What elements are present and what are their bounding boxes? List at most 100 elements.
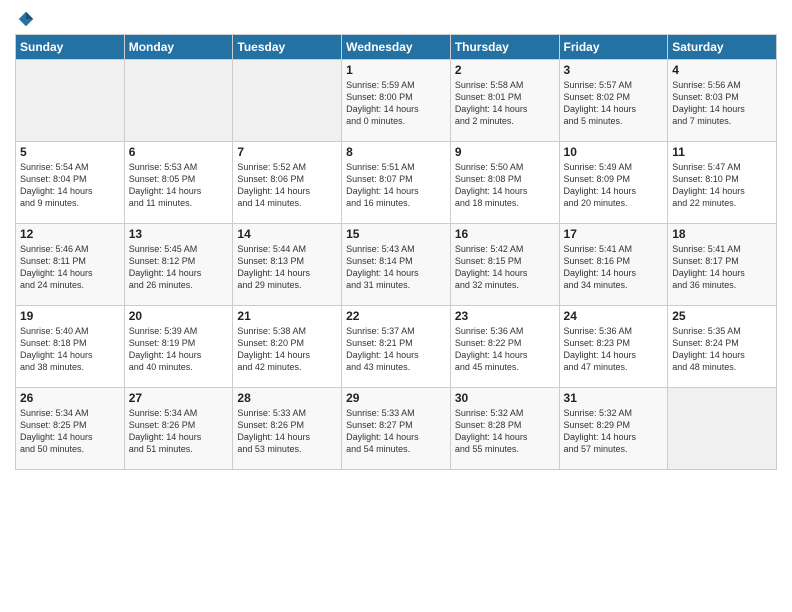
calendar-cell: 24 Sunrise: 5:36 AMSunset: 8:23 PMDayligh… xyxy=(559,306,668,388)
calendar-cell: 27 Sunrise: 5:34 AMSunset: 8:26 PMDayligh… xyxy=(124,388,233,470)
weekday-header-tuesday: Tuesday xyxy=(233,35,342,60)
weekday-header-monday: Monday xyxy=(124,35,233,60)
page-header xyxy=(15,10,777,26)
calendar-cell: 7Sunrise: 5:52 AMSunset: 8:06 PMDaylight… xyxy=(233,142,342,224)
weekday-header-wednesday: Wednesday xyxy=(342,35,451,60)
calendar-cell xyxy=(233,60,342,142)
weekday-header-sunday: Sunday xyxy=(16,35,125,60)
day-info: Sunrise: 5:40 AMSunset: 8:18 PMDaylight:… xyxy=(20,325,120,374)
calendar-cell: 13 Sunrise: 5:45 AMSunset: 8:12 PMDayligh… xyxy=(124,224,233,306)
weekday-header-saturday: Saturday xyxy=(668,35,777,60)
day-number: 2 xyxy=(455,63,555,77)
day-number: 20 xyxy=(129,309,229,323)
day-number: 17 xyxy=(564,227,664,241)
day-number: 18 xyxy=(672,227,772,241)
day-info: Sunrise: 5:36 AMSunset: 8:23 PMDaylight:… xyxy=(564,325,664,374)
calendar-cell: 25 Sunrise: 5:35 AMSunset: 8:24 PMDayligh… xyxy=(668,306,777,388)
day-info: Sunrise: 5:46 AMSunset: 8:11 PMDaylight:… xyxy=(20,243,120,292)
day-info: Sunrise: 5:41 AMSunset: 8:16 PMDaylight:… xyxy=(564,243,664,292)
calendar-cell: 5 Sunrise: 5:54 AMSunset: 8:04 PMDaylight… xyxy=(16,142,125,224)
day-info: Sunrise: 5:38 AMSunset: 8:20 PMDaylight:… xyxy=(237,325,337,374)
day-info: Sunrise: 5:49 AMSunset: 8:09 PMDaylight:… xyxy=(564,161,664,210)
calendar-week-row: 5 Sunrise: 5:54 AMSunset: 8:04 PMDaylight… xyxy=(16,142,777,224)
calendar-cell: 26Sunrise: 5:34 AMSunset: 8:25 PMDayligh… xyxy=(16,388,125,470)
day-info: Sunrise: 5:35 AMSunset: 8:24 PMDaylight:… xyxy=(672,325,772,374)
day-number: 13 xyxy=(129,227,229,241)
calendar-cell: 17 Sunrise: 5:41 AMSunset: 8:16 PMDayligh… xyxy=(559,224,668,306)
calendar-cell: 20 Sunrise: 5:39 AMSunset: 8:19 PMDayligh… xyxy=(124,306,233,388)
logo-icon xyxy=(17,10,35,28)
day-number: 12 xyxy=(20,227,120,241)
day-number: 24 xyxy=(564,309,664,323)
day-info: Sunrise: 5:51 AMSunset: 8:07 PMDaylight:… xyxy=(346,161,446,210)
calendar-cell: 16 Sunrise: 5:42 AMSunset: 8:15 PMDayligh… xyxy=(450,224,559,306)
day-number: 30 xyxy=(455,391,555,405)
day-info: Sunrise: 5:54 AMSunset: 8:04 PMDaylight:… xyxy=(20,161,120,210)
calendar-cell: 12 Sunrise: 5:46 AMSunset: 8:11 PMDayligh… xyxy=(16,224,125,306)
day-info: Sunrise: 5:36 AMSunset: 8:22 PMDaylight:… xyxy=(455,325,555,374)
day-number: 5 xyxy=(20,145,120,159)
calendar-cell: 1 Sunrise: 5:59 AMSunset: 8:00 PMDaylight… xyxy=(342,60,451,142)
calendar-cell: 15 Sunrise: 5:43 AMSunset: 8:14 PMDayligh… xyxy=(342,224,451,306)
calendar-cell: 29 Sunrise: 5:33 AMSunset: 8:27 PMDayligh… xyxy=(342,388,451,470)
day-info: Sunrise: 5:42 AMSunset: 8:15 PMDaylight:… xyxy=(455,243,555,292)
day-info: Sunrise: 5:58 AMSunset: 8:01 PMDaylight:… xyxy=(455,79,555,128)
day-number: 22 xyxy=(346,309,446,323)
day-info: Sunrise: 5:37 AMSunset: 8:21 PMDaylight:… xyxy=(346,325,446,374)
calendar-cell: 10 Sunrise: 5:49 AMSunset: 8:09 PMDayligh… xyxy=(559,142,668,224)
logo xyxy=(15,10,35,26)
calendar-cell: 18 Sunrise: 5:41 AMSunset: 8:17 PMDayligh… xyxy=(668,224,777,306)
calendar-cell: 14 Sunrise: 5:44 AMSunset: 8:13 PMDayligh… xyxy=(233,224,342,306)
day-info: Sunrise: 5:33 AMSunset: 8:27 PMDaylight:… xyxy=(346,407,446,456)
day-number: 14 xyxy=(237,227,337,241)
weekday-header-thursday: Thursday xyxy=(450,35,559,60)
day-number: 25 xyxy=(672,309,772,323)
day-info: Sunrise: 5:32 AMSunset: 8:28 PMDaylight:… xyxy=(455,407,555,456)
day-number: 15 xyxy=(346,227,446,241)
page-container: SundayMondayTuesdayWednesdayThursdayFrid… xyxy=(0,0,792,480)
day-info: Sunrise: 5:45 AMSunset: 8:12 PMDaylight:… xyxy=(129,243,229,292)
calendar-table: SundayMondayTuesdayWednesdayThursdayFrid… xyxy=(15,34,777,470)
calendar-cell: 9Sunrise: 5:50 AMSunset: 8:08 PMDaylight… xyxy=(450,142,559,224)
weekday-header-friday: Friday xyxy=(559,35,668,60)
day-number: 16 xyxy=(455,227,555,241)
day-info: Sunrise: 5:41 AMSunset: 8:17 PMDaylight:… xyxy=(672,243,772,292)
calendar-cell: 8 Sunrise: 5:51 AMSunset: 8:07 PMDaylight… xyxy=(342,142,451,224)
calendar-cell xyxy=(668,388,777,470)
day-info: Sunrise: 5:59 AMSunset: 8:00 PMDaylight:… xyxy=(346,79,446,128)
day-number: 19 xyxy=(20,309,120,323)
day-number: 8 xyxy=(346,145,446,159)
calendar-cell: 22 Sunrise: 5:37 AMSunset: 8:21 PMDayligh… xyxy=(342,306,451,388)
day-number: 1 xyxy=(346,63,446,77)
calendar-cell: 2 Sunrise: 5:58 AMSunset: 8:01 PMDaylight… xyxy=(450,60,559,142)
day-number: 31 xyxy=(564,391,664,405)
calendar-cell: 6 Sunrise: 5:53 AMSunset: 8:05 PMDaylight… xyxy=(124,142,233,224)
day-number: 27 xyxy=(129,391,229,405)
day-info: Sunrise: 5:34 AMSunset: 8:26 PMDaylight:… xyxy=(129,407,229,456)
day-info: Sunrise: 5:56 AMSunset: 8:03 PMDaylight:… xyxy=(672,79,772,128)
day-info: Sunrise: 5:57 AMSunset: 8:02 PMDaylight:… xyxy=(564,79,664,128)
day-number: 3 xyxy=(564,63,664,77)
calendar-cell: 3 Sunrise: 5:57 AMSunset: 8:02 PMDaylight… xyxy=(559,60,668,142)
day-info: Sunrise: 5:32 AMSunset: 8:29 PMDaylight:… xyxy=(564,407,664,456)
day-number: 23 xyxy=(455,309,555,323)
day-number: 29 xyxy=(346,391,446,405)
day-number: 10 xyxy=(564,145,664,159)
calendar-cell: 19 Sunrise: 5:40 AMSunset: 8:18 PMDayligh… xyxy=(16,306,125,388)
calendar-cell: 28Sunrise: 5:33 AMSunset: 8:26 PMDayligh… xyxy=(233,388,342,470)
day-info: Sunrise: 5:39 AMSunset: 8:19 PMDaylight:… xyxy=(129,325,229,374)
day-info: Sunrise: 5:43 AMSunset: 8:14 PMDaylight:… xyxy=(346,243,446,292)
day-number: 26 xyxy=(20,391,120,405)
calendar-week-row: 1 Sunrise: 5:59 AMSunset: 8:00 PMDaylight… xyxy=(16,60,777,142)
calendar-cell: 11Sunrise: 5:47 AMSunset: 8:10 PMDayligh… xyxy=(668,142,777,224)
calendar-cell: 4 Sunrise: 5:56 AMSunset: 8:03 PMDaylight… xyxy=(668,60,777,142)
day-number: 4 xyxy=(672,63,772,77)
calendar-cell: 21Sunrise: 5:38 AMSunset: 8:20 PMDayligh… xyxy=(233,306,342,388)
day-info: Sunrise: 5:44 AMSunset: 8:13 PMDaylight:… xyxy=(237,243,337,292)
day-number: 7 xyxy=(237,145,337,159)
calendar-cell: 23 Sunrise: 5:36 AMSunset: 8:22 PMDayligh… xyxy=(450,306,559,388)
day-info: Sunrise: 5:53 AMSunset: 8:05 PMDaylight:… xyxy=(129,161,229,210)
calendar-week-row: 12 Sunrise: 5:46 AMSunset: 8:11 PMDayligh… xyxy=(16,224,777,306)
day-number: 11 xyxy=(672,145,772,159)
day-number: 6 xyxy=(129,145,229,159)
